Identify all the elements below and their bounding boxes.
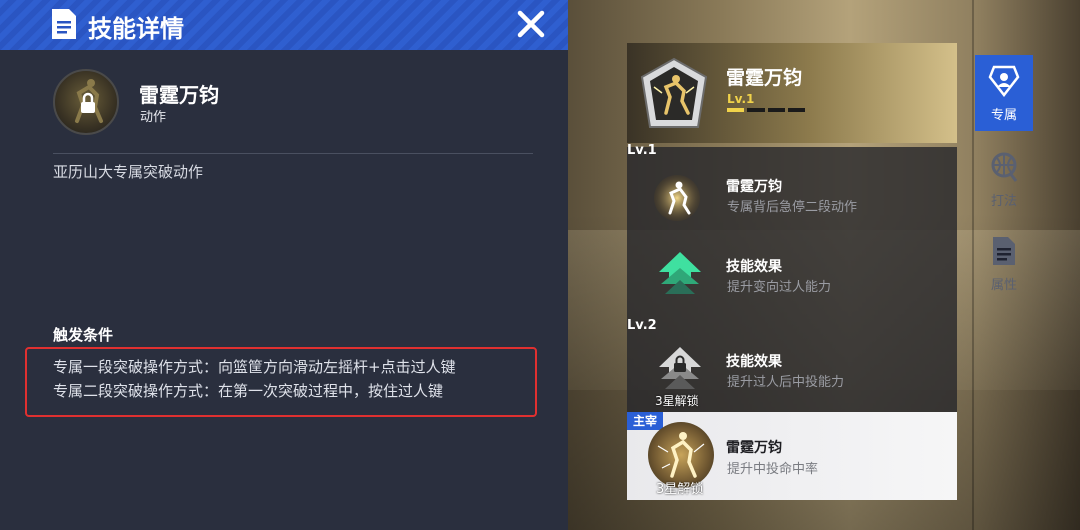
trigger-condition-title: 触发条件 (53, 326, 114, 344)
locked-arrow-icon (659, 347, 701, 389)
main-skill-title: 雷霆万钧 (726, 440, 782, 456)
header-skill-level: Lv.1 (727, 92, 755, 106)
level-progress-bar (727, 108, 805, 112)
panel-title: 技能详情 (88, 15, 184, 43)
trigger-line-2: 专属二段突破操作方式：在第一次突破过程中，按住过人键 (53, 382, 444, 400)
main-skill-subtitle: 提升中投命中率 (727, 462, 819, 477)
main-unlock-requirement: 3星解锁 (656, 482, 704, 497)
playstyle-icon (991, 152, 1018, 182)
tab-exclusive-label: 专属 (990, 108, 1017, 123)
trigger-line-1: 专属一段突破操作方式：向篮筐方向滑动左摇杆+点击过人键 (53, 358, 456, 376)
skill-description: 亚历山大专属突破动作 (53, 163, 204, 181)
divider-pillar (972, 0, 974, 530)
divider (53, 153, 533, 154)
skill-avatar (53, 69, 119, 135)
row-subtitle: 提升变向过人能力 (727, 280, 832, 295)
locked-player-icon (75, 79, 103, 123)
upgrade-arrow-icon (659, 252, 701, 294)
row-title: 雷霆万钧 (726, 179, 782, 195)
skill-type: 动作 (140, 110, 167, 125)
title-bar: 技能详情 (0, 0, 568, 50)
row-subtitle: 专属背后急停二段动作 (727, 200, 858, 215)
close-button[interactable] (513, 6, 549, 42)
exclusive-icon (988, 65, 1020, 97)
tab-attributes[interactable]: 属性 (975, 225, 1033, 301)
tab-playstyle-label: 打法 (990, 194, 1017, 209)
tab-playstyle[interactable]: 打法 (975, 141, 1033, 217)
row-title: 技能效果 (726, 354, 782, 370)
unlock-requirement: 3星解锁 (655, 394, 699, 408)
header-skill-name: 雷霆万钧 (726, 67, 803, 89)
attributes-icon (993, 237, 1015, 265)
tab-exclusive[interactable]: 专属 (975, 55, 1033, 131)
row-title: 技能效果 (726, 259, 782, 275)
level-label-1: Lv.1 (627, 143, 657, 158)
document-icon (52, 9, 76, 39)
tab-attributes-label: 属性 (990, 278, 1017, 293)
dunk-player-icon (654, 175, 700, 221)
skill-badge-icon (640, 57, 708, 128)
skill-name: 雷霆万钧 (139, 83, 219, 107)
level-label-2: Lv.2 (627, 318, 657, 333)
row-subtitle: 提升过人后中投能力 (727, 375, 845, 390)
skill-detail-panel: 技能详情 雷霆万钧 动作 亚历山大专属突破动作 触发条件 专属一段突破操作方式：… (0, 0, 568, 530)
